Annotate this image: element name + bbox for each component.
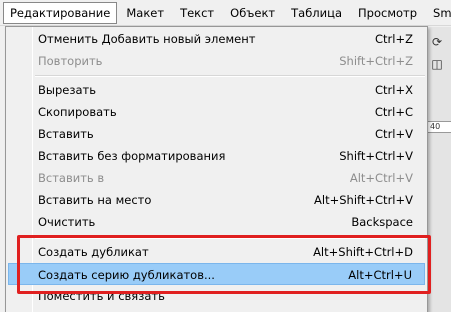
background-toolbar: ⟳ ◫ 40 xyxy=(424,27,451,312)
menu-item-shortcut: Ctrl+X xyxy=(375,83,413,97)
horizontal-ruler: 40 xyxy=(424,121,451,133)
menu-item-label: Вырезать xyxy=(38,83,96,97)
menu-item-label: Очистить xyxy=(38,215,96,229)
menu-item-label: Вставить без форматирования xyxy=(38,149,226,163)
menu-item-shortcut: Ctrl+V xyxy=(375,127,413,141)
menu-item-step-and-repeat[interactable]: Создать серию дубликатов... Alt+Ctrl+U xyxy=(8,263,425,285)
menu-table[interactable]: Таблица xyxy=(284,2,349,24)
menu-bar: Редактирование Макет Текст Объект Таблиц… xyxy=(0,0,451,26)
menu-item-shortcut: Ctrl+Z xyxy=(375,32,413,46)
edit-menu-dropdown: Отменить Добавить новый элемент Ctrl+Z П… xyxy=(5,26,428,312)
transform-icon[interactable]: ◫ xyxy=(429,57,445,71)
menu-item-paste-in-place[interactable]: Вставить на место Alt+Shift+Ctrl+V xyxy=(8,189,425,211)
menu-item-label: Создать серию дубликатов... xyxy=(38,268,215,282)
menu-smart-guides[interactable]: Smart G xyxy=(426,2,451,24)
menu-item-shortcut: Backspace xyxy=(351,215,413,229)
menu-item-label: Вставить на место xyxy=(38,193,152,207)
rotate-icon[interactable]: ⟳ xyxy=(429,35,445,49)
menu-item-cut[interactable]: Вырезать Ctrl+X xyxy=(8,79,425,101)
menu-item-paste-into: Вставить в Alt+Ctrl+V xyxy=(8,167,425,189)
menu-item-duplicate[interactable]: Создать дубликат Alt+Shift+Ctrl+D xyxy=(8,241,425,263)
menu-item-label: Вставить xyxy=(38,127,94,141)
menu-item-label: Вставить в xyxy=(38,171,105,185)
menu-item-shortcut: Alt+Shift+Ctrl+V xyxy=(314,193,413,207)
menu-object[interactable]: Объект xyxy=(223,2,282,24)
menu-type[interactable]: Текст xyxy=(173,2,221,24)
menu-item-paste-without-formatting[interactable]: Вставить без форматирования Shift+Ctrl+V xyxy=(8,145,425,167)
menu-edit[interactable]: Редактирование xyxy=(3,1,118,24)
menu-item-place-and-link[interactable]: Поместить и связать xyxy=(8,285,425,307)
menu-item-label: Повторить xyxy=(38,54,103,68)
menu-separator xyxy=(35,75,425,77)
menu-item-shortcut: Shift+Ctrl+V xyxy=(339,149,413,163)
menu-item-undo[interactable]: Отменить Добавить новый элемент Ctrl+Z xyxy=(8,28,425,50)
menu-item-clear[interactable]: Очистить Backspace xyxy=(8,211,425,233)
menu-item-shortcut: Alt+Ctrl+V xyxy=(349,171,413,185)
menu-item-shortcut: Shift+Ctrl+Z xyxy=(339,54,413,68)
menu-item-paste[interactable]: Вставить Ctrl+V xyxy=(8,123,425,145)
menu-item-copy[interactable]: Скопировать Ctrl+C xyxy=(8,101,425,123)
menu-item-label: Создать дубликат xyxy=(38,245,149,259)
menu-layout[interactable]: Макет xyxy=(119,2,171,24)
menu-item-shortcut: Alt+Ctrl+U xyxy=(348,268,412,282)
menu-view[interactable]: Просмотр xyxy=(351,2,424,24)
menu-item-label: Поместить и связать xyxy=(38,289,165,303)
menu-item-label: Отменить Добавить новый элемент xyxy=(38,32,256,46)
menu-separator xyxy=(35,237,425,239)
menu-item-shortcut: Ctrl+C xyxy=(374,105,413,119)
menu-item-redo: Повторить Shift+Ctrl+Z xyxy=(8,50,425,72)
menu-item-label: Скопировать xyxy=(38,105,117,119)
menu-item-shortcut: Alt+Shift+Ctrl+D xyxy=(313,245,413,259)
